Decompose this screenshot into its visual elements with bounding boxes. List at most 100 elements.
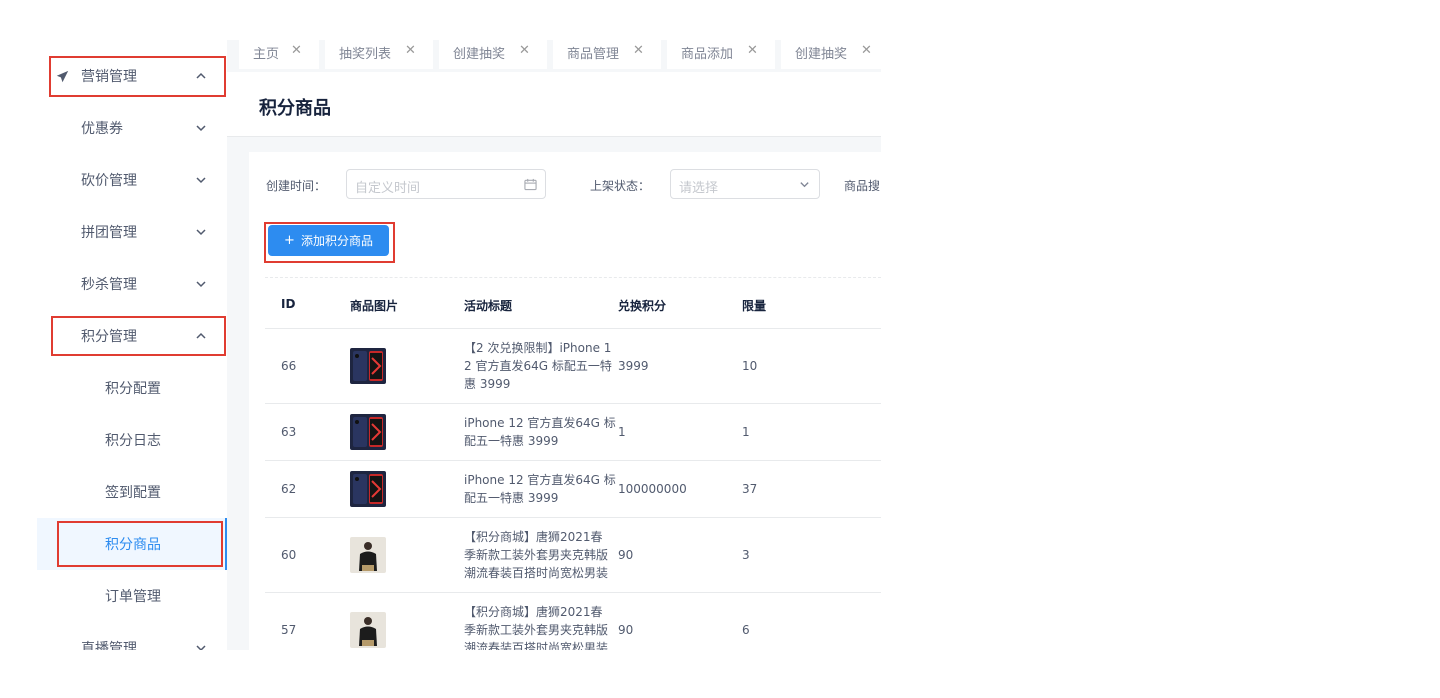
cell-limit: 6 — [742, 622, 750, 637]
close-icon[interactable]: ✕ — [405, 43, 416, 58]
table-row[interactable]: 57 【积分商城】唐狮2021春 季新款工装外套男夹克韩版潮流春装百搭时尚宽松男装 9… — [265, 592, 881, 651]
sidebar-item-label: 积分配置 — [105, 381, 161, 397]
main-content: 主页 ✕ 抽奖列表 ✕ 创建抽奖 ✕ 商品管理 ✕ 商品添加 ✕ 创建抽奖 ✕ … — [227, 40, 881, 650]
cell-title: 【积分商城】唐狮2021春 季新款工装外套男夹克韩版潮流春装百搭时尚宽松男装 — [464, 603, 610, 651]
table-row[interactable]: 62 iPhone 12 官方直发64G 标配五一特惠 3999 100000000… — [265, 460, 881, 518]
table-row[interactable]: 63 iPhone 12 官方直发64G 标配五一特惠 3999 1 1 — [265, 403, 881, 461]
cell-limit: 37 — [742, 481, 758, 496]
goods-thumbnail — [350, 470, 386, 507]
cell-title-line: iPhone 12 官方直发64G 标 — [464, 472, 616, 487]
sidebar-item-bargain[interactable]: 砍价管理 — [37, 154, 227, 206]
cell-id: 63 — [281, 424, 297, 439]
highlight-box-points-goods — [57, 521, 223, 567]
sidebar-item-label: 砍价管理 — [81, 173, 137, 189]
cell-title: 【2 次兑换限制】iPhone 1 2 官方直发64G 标配五一特惠 3999 — [464, 339, 612, 393]
cell-title-line: 季新款工装外套男夹克韩版 — [464, 547, 609, 562]
sidebar-item-label: 直播管理 — [81, 641, 137, 650]
close-icon[interactable]: ✕ — [519, 43, 530, 58]
goods-thumbnail — [350, 611, 386, 648]
close-icon[interactable]: ✕ — [291, 43, 302, 58]
tab-create-lottery[interactable]: 创建抽奖 ✕ — [439, 40, 547, 69]
tab-goods-add[interactable]: 商品添加 ✕ — [667, 40, 775, 69]
highlight-box-points — [51, 316, 226, 356]
cell-limit: 3 — [742, 547, 750, 562]
cell-title-line: 2 官方直发64G 标配五一特 — [464, 358, 612, 373]
cell-title-line: 【积分商城】唐狮2021春 — [464, 529, 603, 544]
sidebar-item-label: 秒杀管理 — [81, 277, 137, 293]
chevron-down-icon — [196, 229, 206, 236]
sidebar-item-label: 签到配置 — [105, 485, 161, 501]
goods-thumbnail — [350, 413, 386, 450]
cell-title-line: 【积分商城】唐狮2021春 — [464, 604, 603, 619]
divider — [265, 277, 881, 278]
cell-title: iPhone 12 官方直发64G 标配五一特惠 3999 — [464, 414, 616, 450]
cell-title-line: 季新款工装外套男夹克韩版 — [464, 622, 609, 637]
column-header-limit: 限量 — [742, 299, 767, 313]
cell-title-line: 【2 次兑换限制】iPhone 1 — [464, 340, 612, 355]
chevron-down-icon — [196, 645, 206, 650]
cell-points: 3999 — [618, 358, 649, 373]
tab-goods-mgmt[interactable]: 商品管理 ✕ — [553, 40, 661, 69]
table-row[interactable]: 66 【2 次兑换限制】iPhone 1 2 官方直发64G 标配五一特惠 3999… — [265, 328, 881, 404]
page-header: 积分商品 — [227, 72, 881, 137]
cell-title-line: 潮流春装百搭时尚宽松男装 — [464, 565, 609, 580]
sidebar-item-label: 拼团管理 — [81, 225, 137, 241]
sidebar-item-points-log[interactable]: 积分日志 — [37, 414, 227, 466]
cell-title-line: 配五一特惠 3999 — [464, 433, 559, 448]
goods-search-label: 商品搜 — [844, 179, 881, 193]
page-title: 积分商品 — [259, 98, 331, 119]
highlight-box-marketing — [49, 56, 226, 97]
chevron-down-icon — [196, 125, 206, 132]
cell-title-line: iPhone 12 官方直发64G 标 — [464, 415, 616, 430]
column-header-points: 兑换积分 — [618, 299, 667, 313]
sidebar-item-order-mgmt[interactable]: 订单管理 — [37, 570, 227, 622]
cell-title: iPhone 12 官方直发64G 标配五一特惠 3999 — [464, 471, 616, 507]
close-icon[interactable]: ✕ — [861, 43, 872, 58]
sidebar-item-label: 订单管理 — [105, 589, 161, 605]
goods-thumbnail — [350, 347, 386, 384]
chevron-down-icon — [196, 177, 206, 184]
table-header: ID 商品图片 活动标题 兑换积分 限量 — [265, 282, 881, 329]
cell-limit: 1 — [742, 424, 750, 439]
chevron-down-icon — [196, 281, 206, 288]
cell-title-line: 惠 3999 — [464, 376, 511, 391]
highlight-box-add-button — [264, 222, 395, 263]
cell-id: 62 — [281, 481, 297, 496]
cell-points: 1 — [618, 424, 626, 439]
cell-title: 【积分商城】唐狮2021春 季新款工装外套男夹克韩版 潮流春装百搭时尚宽松男装 — [464, 528, 610, 582]
sidebar-item-label: 优惠券 — [81, 121, 123, 137]
calendar-icon — [524, 178, 537, 191]
column-header-id: ID — [281, 297, 296, 311]
chevron-down-icon — [800, 182, 809, 188]
status-label: 上架状态： — [590, 179, 651, 193]
cell-id: 57 — [281, 622, 297, 637]
created-time-label: 创建时间： — [266, 179, 327, 193]
sidebar-item-live[interactable]: 直播管理 — [37, 622, 227, 650]
sidebar-item-checkin-config[interactable]: 签到配置 — [37, 466, 227, 518]
sidebar-item-group-buy[interactable]: 拼团管理 — [37, 206, 227, 258]
goods-thumbnail — [350, 536, 386, 573]
table-row[interactable]: 60 【积分商城】唐狮2021春 季新款工装外套男夹克韩版 潮流春装百搭时尚宽松男装 9… — [265, 517, 881, 593]
cell-limit: 10 — [742, 358, 758, 373]
cell-title-line: 配五一特惠 3999 — [464, 490, 559, 505]
cell-points: 90 — [618, 547, 634, 562]
cell-points: 100000000 — [618, 481, 687, 496]
column-header-title: 活动标题 — [464, 299, 513, 313]
sidebar-item-coupon[interactable]: 优惠券 — [37, 102, 227, 154]
close-icon[interactable]: ✕ — [747, 43, 758, 58]
tab-create-lottery-2[interactable]: 创建抽奖 ✕ — [781, 40, 881, 69]
column-header-image: 商品图片 — [350, 299, 399, 313]
tab-bar: 主页 ✕ 抽奖列表 ✕ 创建抽奖 ✕ 商品管理 ✕ 商品添加 ✕ 创建抽奖 ✕ — [227, 40, 881, 72]
cell-id: 60 — [281, 547, 297, 562]
cell-points: 90 — [618, 622, 634, 637]
close-icon[interactable]: ✕ — [633, 43, 644, 58]
status-select[interactable]: 请选择 — [670, 169, 820, 199]
sidebar-item-flash-sale[interactable]: 秒杀管理 — [37, 258, 227, 310]
sidebar-item-points-config[interactable]: 积分配置 — [37, 362, 227, 414]
tab-home[interactable]: 主页 ✕ — [239, 40, 319, 69]
sidebar-item-label: 积分日志 — [105, 433, 161, 449]
cell-title-line: 潮流春装百搭时尚宽松男装 — [464, 640, 609, 651]
tab-lottery-list[interactable]: 抽奖列表 ✕ — [325, 40, 433, 69]
cell-id: 66 — [281, 358, 297, 373]
created-time-picker[interactable]: 自定义时间 — [346, 169, 546, 199]
